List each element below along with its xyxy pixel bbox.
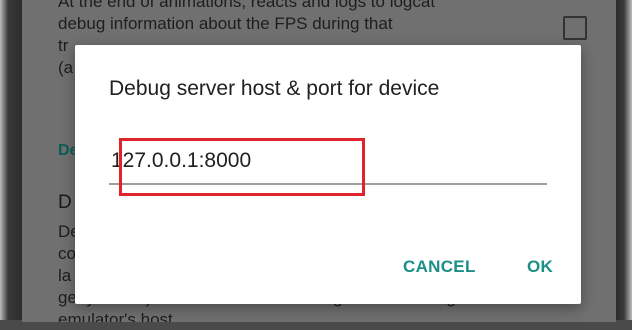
background-description-line: debug information about the FPS during t… xyxy=(58,14,393,33)
dialog-title: Debug server host & port for device xyxy=(109,77,440,100)
cancel-button[interactable]: CANCEL xyxy=(397,253,482,281)
background-description-line: At the end of animations, reacts and log… xyxy=(58,0,436,11)
background-item-line: emulator's host xyxy=(58,310,173,322)
background-description-line: (a xyxy=(58,58,74,77)
background-checkbox xyxy=(563,16,587,40)
highlight-annotation-box xyxy=(119,138,365,196)
background-description-line: tr xyxy=(58,36,69,55)
device-frame-right xyxy=(616,0,632,330)
device-frame-left xyxy=(0,0,22,330)
background-item-title: D xyxy=(58,192,72,213)
debug-server-dialog: Debug server host & port for device CANC… xyxy=(75,45,581,304)
ok-button[interactable]: OK xyxy=(521,253,559,281)
device-screen: At the end of animations, reacts and log… xyxy=(22,0,616,322)
